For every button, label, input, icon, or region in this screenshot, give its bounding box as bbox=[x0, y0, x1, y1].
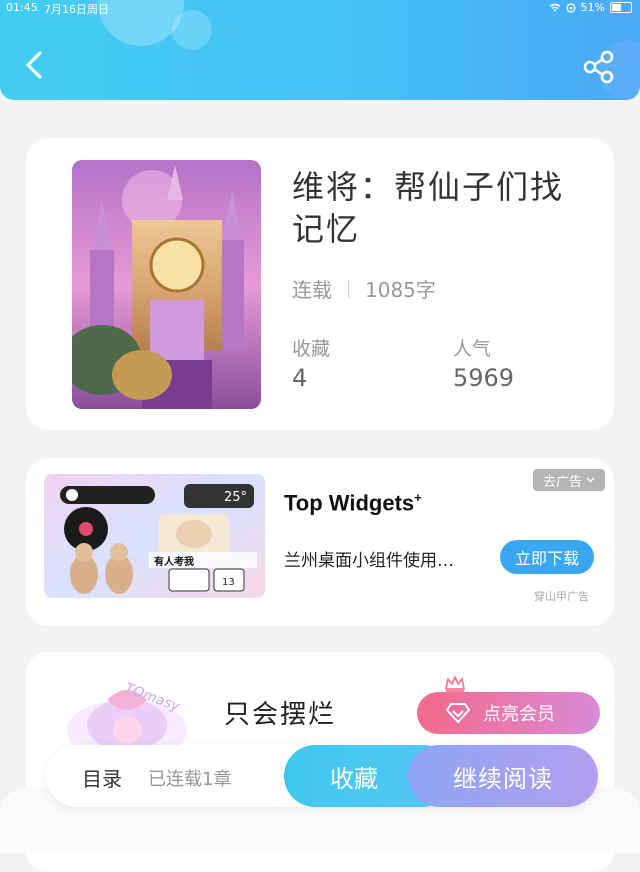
ad-source-label: 穿山甲广告 bbox=[534, 590, 589, 603]
battery-icon bbox=[610, 2, 632, 13]
ad-caption-text: 有人考我 bbox=[154, 555, 194, 568]
ad-card[interactable]: 25° 有人考我 13 去广告 Top Widgets+ 兰州桌面小组件使用… … bbox=[26, 458, 614, 626]
crown-icon bbox=[445, 676, 465, 692]
favorites-label: 收藏 bbox=[292, 338, 331, 360]
ad-description: 兰州桌面小组件使用… bbox=[284, 551, 454, 571]
battery-percent: 51% bbox=[580, 1, 605, 14]
collect-button-label: 收藏 bbox=[330, 764, 378, 793]
wifi-icon bbox=[549, 3, 561, 12]
toc-button[interactable]: 目录 bbox=[82, 763, 122, 792]
status-right: 51% bbox=[549, 1, 632, 14]
ad-title-sup: + bbox=[414, 490, 422, 505]
book-word-count: 1085字 bbox=[365, 278, 436, 302]
status-bar: 01:45 7月16日周日 51% bbox=[0, 0, 640, 16]
bottom-action-bar: 目录 已连载1章 收藏 继续阅读 bbox=[46, 745, 598, 807]
remove-ad-label: 去广告 bbox=[542, 474, 582, 490]
ad-number-text: 13 bbox=[222, 577, 235, 588]
continue-reading-label: 继续阅读 bbox=[453, 764, 553, 793]
castle-illustration bbox=[72, 160, 261, 409]
status-time: 01:45 bbox=[6, 1, 38, 14]
popularity-label: 人气 bbox=[453, 338, 492, 360]
chevron-left-icon bbox=[26, 51, 42, 79]
remove-ad-button[interactable]: 去广告 bbox=[533, 469, 605, 491]
top-header: 01:45 7月16日周日 51% bbox=[0, 0, 640, 100]
book-status: 连载 bbox=[292, 278, 332, 302]
diamond-icon bbox=[446, 703, 470, 723]
ad-image[interactable]: 25° 有人考我 13 bbox=[44, 474, 265, 598]
book-info-card: 维将：帮仙子们找记忆 连载 1085字 收藏 4 人气 5969 bbox=[26, 138, 614, 430]
ad-widgets-illustration: 25° 有人考我 13 bbox=[44, 474, 265, 598]
share-button[interactable] bbox=[580, 48, 618, 86]
chapter-count: 已连载1章 bbox=[148, 769, 232, 790]
favorites-value: 4 bbox=[292, 364, 308, 392]
download-button[interactable]: 立即下载 bbox=[500, 540, 594, 574]
ad-title-text: Top Widgets bbox=[284, 490, 415, 516]
vip-button-label: 点亮会员 bbox=[483, 704, 555, 725]
ad-title: Top Widgets+ bbox=[284, 490, 422, 516]
book-cover-image[interactable] bbox=[72, 160, 261, 409]
decor-bubble bbox=[172, 10, 212, 50]
share-icon bbox=[583, 50, 614, 84]
popularity-value: 5969 bbox=[453, 364, 515, 392]
book-title: 维将：帮仙子们找记忆 bbox=[292, 168, 565, 248]
continue-reading-button[interactable]: 继续阅读 bbox=[408, 745, 598, 807]
meta-divider bbox=[348, 279, 349, 298]
chevron-down-icon bbox=[586, 477, 595, 483]
activate-vip-button[interactable]: 点亮会员 bbox=[417, 692, 600, 734]
ad-temp-text: 25° bbox=[224, 490, 247, 505]
back-button[interactable] bbox=[18, 48, 52, 82]
book-meta: 连载 1085字 bbox=[292, 274, 436, 303]
member-title: 只会摆烂 bbox=[224, 700, 337, 730]
orientation-lock-icon bbox=[565, 2, 576, 13]
status-date: 7月16日周日 bbox=[44, 3, 109, 16]
